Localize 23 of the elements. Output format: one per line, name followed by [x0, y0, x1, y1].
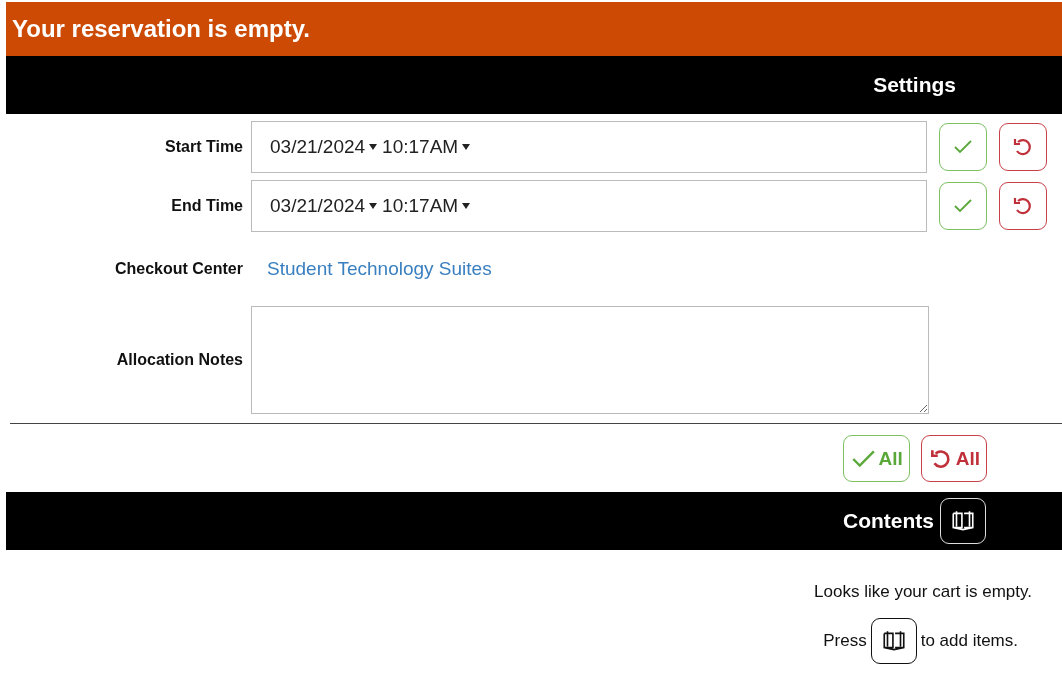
banner-title: Your reservation is empty. [12, 15, 310, 43]
caret-icon [368, 201, 379, 211]
notes-field[interactable] [251, 306, 929, 414]
undo-all-button[interactable]: All [920, 435, 987, 482]
datetime-field[interactable]: 03/21/2024 10:17AM [251, 180, 927, 232]
field-label: Checkout Center [113, 260, 244, 278]
undo-button[interactable] [999, 123, 1047, 171]
section-title: Settings [873, 73, 956, 97]
hint-text: to add items. [920, 631, 1018, 651]
checkout-center-link[interactable]: Student Technology Suites [251, 258, 492, 280]
caret-icon [461, 142, 472, 152]
caret-icon [461, 201, 472, 211]
caret-icon [368, 142, 379, 152]
field-label: Allocation Notes [115, 351, 244, 369]
hint-text: Press [823, 631, 867, 651]
undo-button[interactable] [999, 182, 1047, 230]
accept-all-button[interactable]: All [843, 435, 910, 482]
empty-message: Looks like your cart is empty. [814, 582, 1032, 602]
field-label: End Time [170, 197, 244, 215]
catalog-button[interactable] [870, 618, 917, 664]
section-title: Contents [843, 509, 934, 533]
field-label: Start Time [164, 138, 244, 156]
datetime-field[interactable]: 03/21/2024 10:17AM [251, 121, 927, 173]
